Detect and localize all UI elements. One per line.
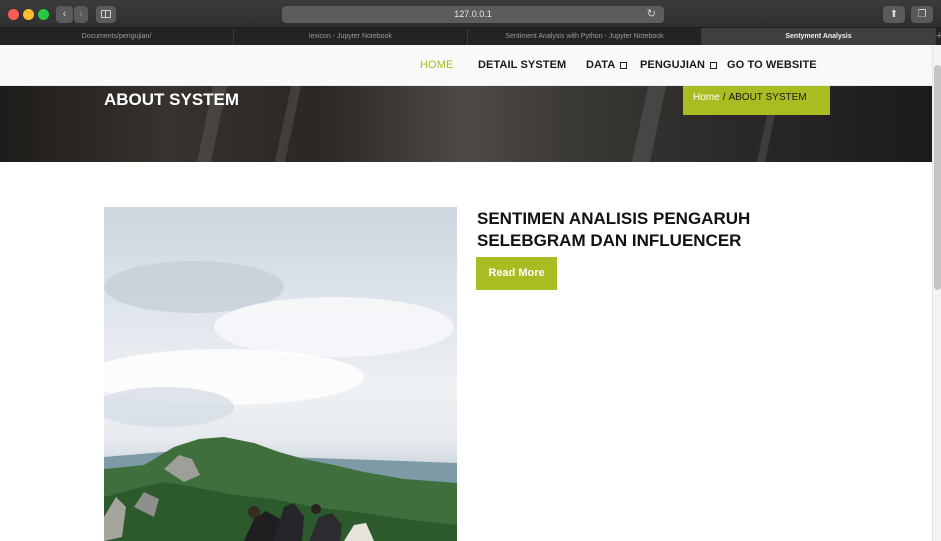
tab-sentiment-python[interactable]: Sentiment Analysis with Python - Jupyter… [468,28,702,45]
close-window-button[interactable] [8,9,19,20]
mountain-landscape-image [104,261,457,541]
dropdown-icon [710,62,718,69]
chevron-right-icon[interactable]: › [74,6,88,23]
nav-item-data-label: DATA [586,59,616,71]
page-scrollbar[interactable] [932,45,941,541]
breadcrumb: Home / ABOUT SYSTEM [683,86,830,115]
nav-item-detail-system[interactable]: DETAIL SYSTEM [478,59,566,71]
banner-decoration [274,86,302,162]
sidebar-icon[interactable] [96,6,116,23]
breadcrumb-current: ABOUT SYSTEM [728,92,807,103]
banner-decoration [631,86,667,162]
article-title: SENTIMEN ANALISIS PENGARUH SELEBGRAM DAN… [477,209,751,250]
read-more-button[interactable]: Read More [476,257,557,290]
reload-icon[interactable]: ↻ [647,6,656,23]
tab-documents[interactable]: Documents/pengujian/ [0,28,234,45]
address-bar[interactable]: 127.0.0.1 ↻ [282,6,664,23]
browser-toolbar: ‹ › 127.0.0.1 ↻ ⬆ ❐ [0,0,941,28]
nav-item-data[interactable]: DATA [586,59,628,71]
tab-lexicon[interactable]: lexicon - Jupyter Notebook [234,28,468,45]
new-tab-button[interactable]: + [936,28,941,45]
tab-bar: Documents/pengujian/ lexicon - Jupyter N… [0,28,941,45]
url-text: 127.0.0.1 [454,9,492,19]
scrollbar-thumb[interactable] [934,65,941,290]
dropdown-icon [620,62,628,69]
nav-item-pengujian-label: PENGUJIAN [640,59,706,71]
tab-sentyment-analysis[interactable]: Sentyment Analysis [702,28,936,45]
nav-item-home[interactable]: HOME [420,59,453,71]
breadcrumb-separator: / [722,92,726,103]
fullscreen-window-button[interactable] [38,9,49,20]
page-hero-banner: ABOUT SYSTEM Home / ABOUT SYSTEM [0,86,932,162]
tabs-overview-icon[interactable]: ❐ [911,6,933,23]
article-photo [104,207,457,541]
minimize-window-button[interactable] [23,9,34,20]
chevron-left-icon[interactable]: ‹ [56,6,73,23]
nav-item-pengujian[interactable]: PENGUJIAN [640,59,718,71]
nav-item-go-to-website[interactable]: GO TO WEBSITE [727,59,817,71]
breadcrumb-home-link[interactable]: Home [693,92,720,103]
site-navbar: HOME DETAIL SYSTEM DATA PENGUJIAN GO TO … [0,45,932,86]
page-title: ABOUT SYSTEM [104,90,240,109]
share-icon[interactable]: ⬆ [883,6,905,23]
